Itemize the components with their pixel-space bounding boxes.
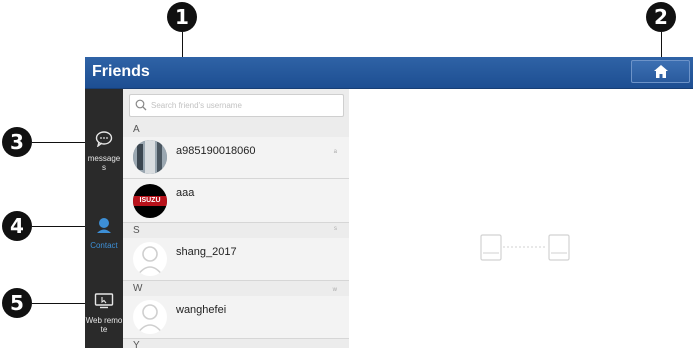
callout-3: 3 xyxy=(2,127,32,157)
monitor-remote-icon xyxy=(94,293,114,309)
contact-name: a985190018060 xyxy=(176,145,256,157)
contact-name: wanghefei xyxy=(176,304,227,316)
contact-name: aaa xyxy=(176,187,195,199)
title-bar: Friends xyxy=(85,57,693,89)
isuzu-logo: ISUZU xyxy=(133,196,167,206)
callout-4: 4 xyxy=(2,211,32,241)
section-header-w: W xyxy=(133,283,143,294)
contact-row[interactable]: shang_2017 s xyxy=(123,226,349,281)
home-icon xyxy=(653,65,668,78)
section-header-s: S xyxy=(133,225,140,236)
contact-row[interactable]: a985190018060 a xyxy=(123,137,349,179)
person-icon xyxy=(97,218,111,233)
callout-2: 2 xyxy=(646,2,676,32)
avatar xyxy=(133,300,167,334)
page-title: Friends xyxy=(92,63,150,80)
index-letter: s xyxy=(334,226,337,232)
sidebar-item-label: message s xyxy=(87,154,121,172)
avatar: ISUZU xyxy=(133,184,167,218)
avatar xyxy=(133,140,167,174)
friends-app: Friends message s Contact Web remote Sea… xyxy=(85,57,693,348)
detail-pane xyxy=(349,89,693,348)
section-header-y: Y xyxy=(133,340,140,348)
sidebar-item-messages[interactable]: message s xyxy=(85,131,123,172)
index-letter: w xyxy=(332,287,337,293)
sidebar-item-web-remote[interactable]: Web remote xyxy=(85,293,123,334)
search-placeholder: Search friend's username xyxy=(151,101,242,110)
callout-5: 5 xyxy=(2,288,32,318)
callout-1: 1 xyxy=(167,2,197,32)
avatar xyxy=(133,242,167,276)
photo-avatar-icon xyxy=(133,140,167,174)
chat-bubble-icon xyxy=(95,131,113,148)
section-header-a: A xyxy=(133,124,140,135)
contact-row[interactable]: ISUZU aaa xyxy=(123,179,349,223)
sidebar-item-label: Contact xyxy=(90,241,118,250)
contact-list: Search friend's username A a985190018060… xyxy=(123,89,349,348)
person-placeholder-icon xyxy=(136,304,164,334)
contact-name: shang_2017 xyxy=(176,246,237,258)
sidebar: message s Contact Web remote xyxy=(85,89,123,348)
search-icon xyxy=(135,99,147,111)
person-placeholder-icon xyxy=(136,246,164,276)
sidebar-item-label: Web remote xyxy=(85,316,123,334)
sidebar-item-contact[interactable]: Contact xyxy=(85,216,123,250)
devices-connection-icon xyxy=(480,234,570,261)
index-letter: a xyxy=(333,149,337,155)
home-button[interactable] xyxy=(631,60,690,83)
search-input[interactable]: Search friend's username xyxy=(129,94,344,117)
contact-row[interactable]: wanghefei xyxy=(123,296,349,339)
